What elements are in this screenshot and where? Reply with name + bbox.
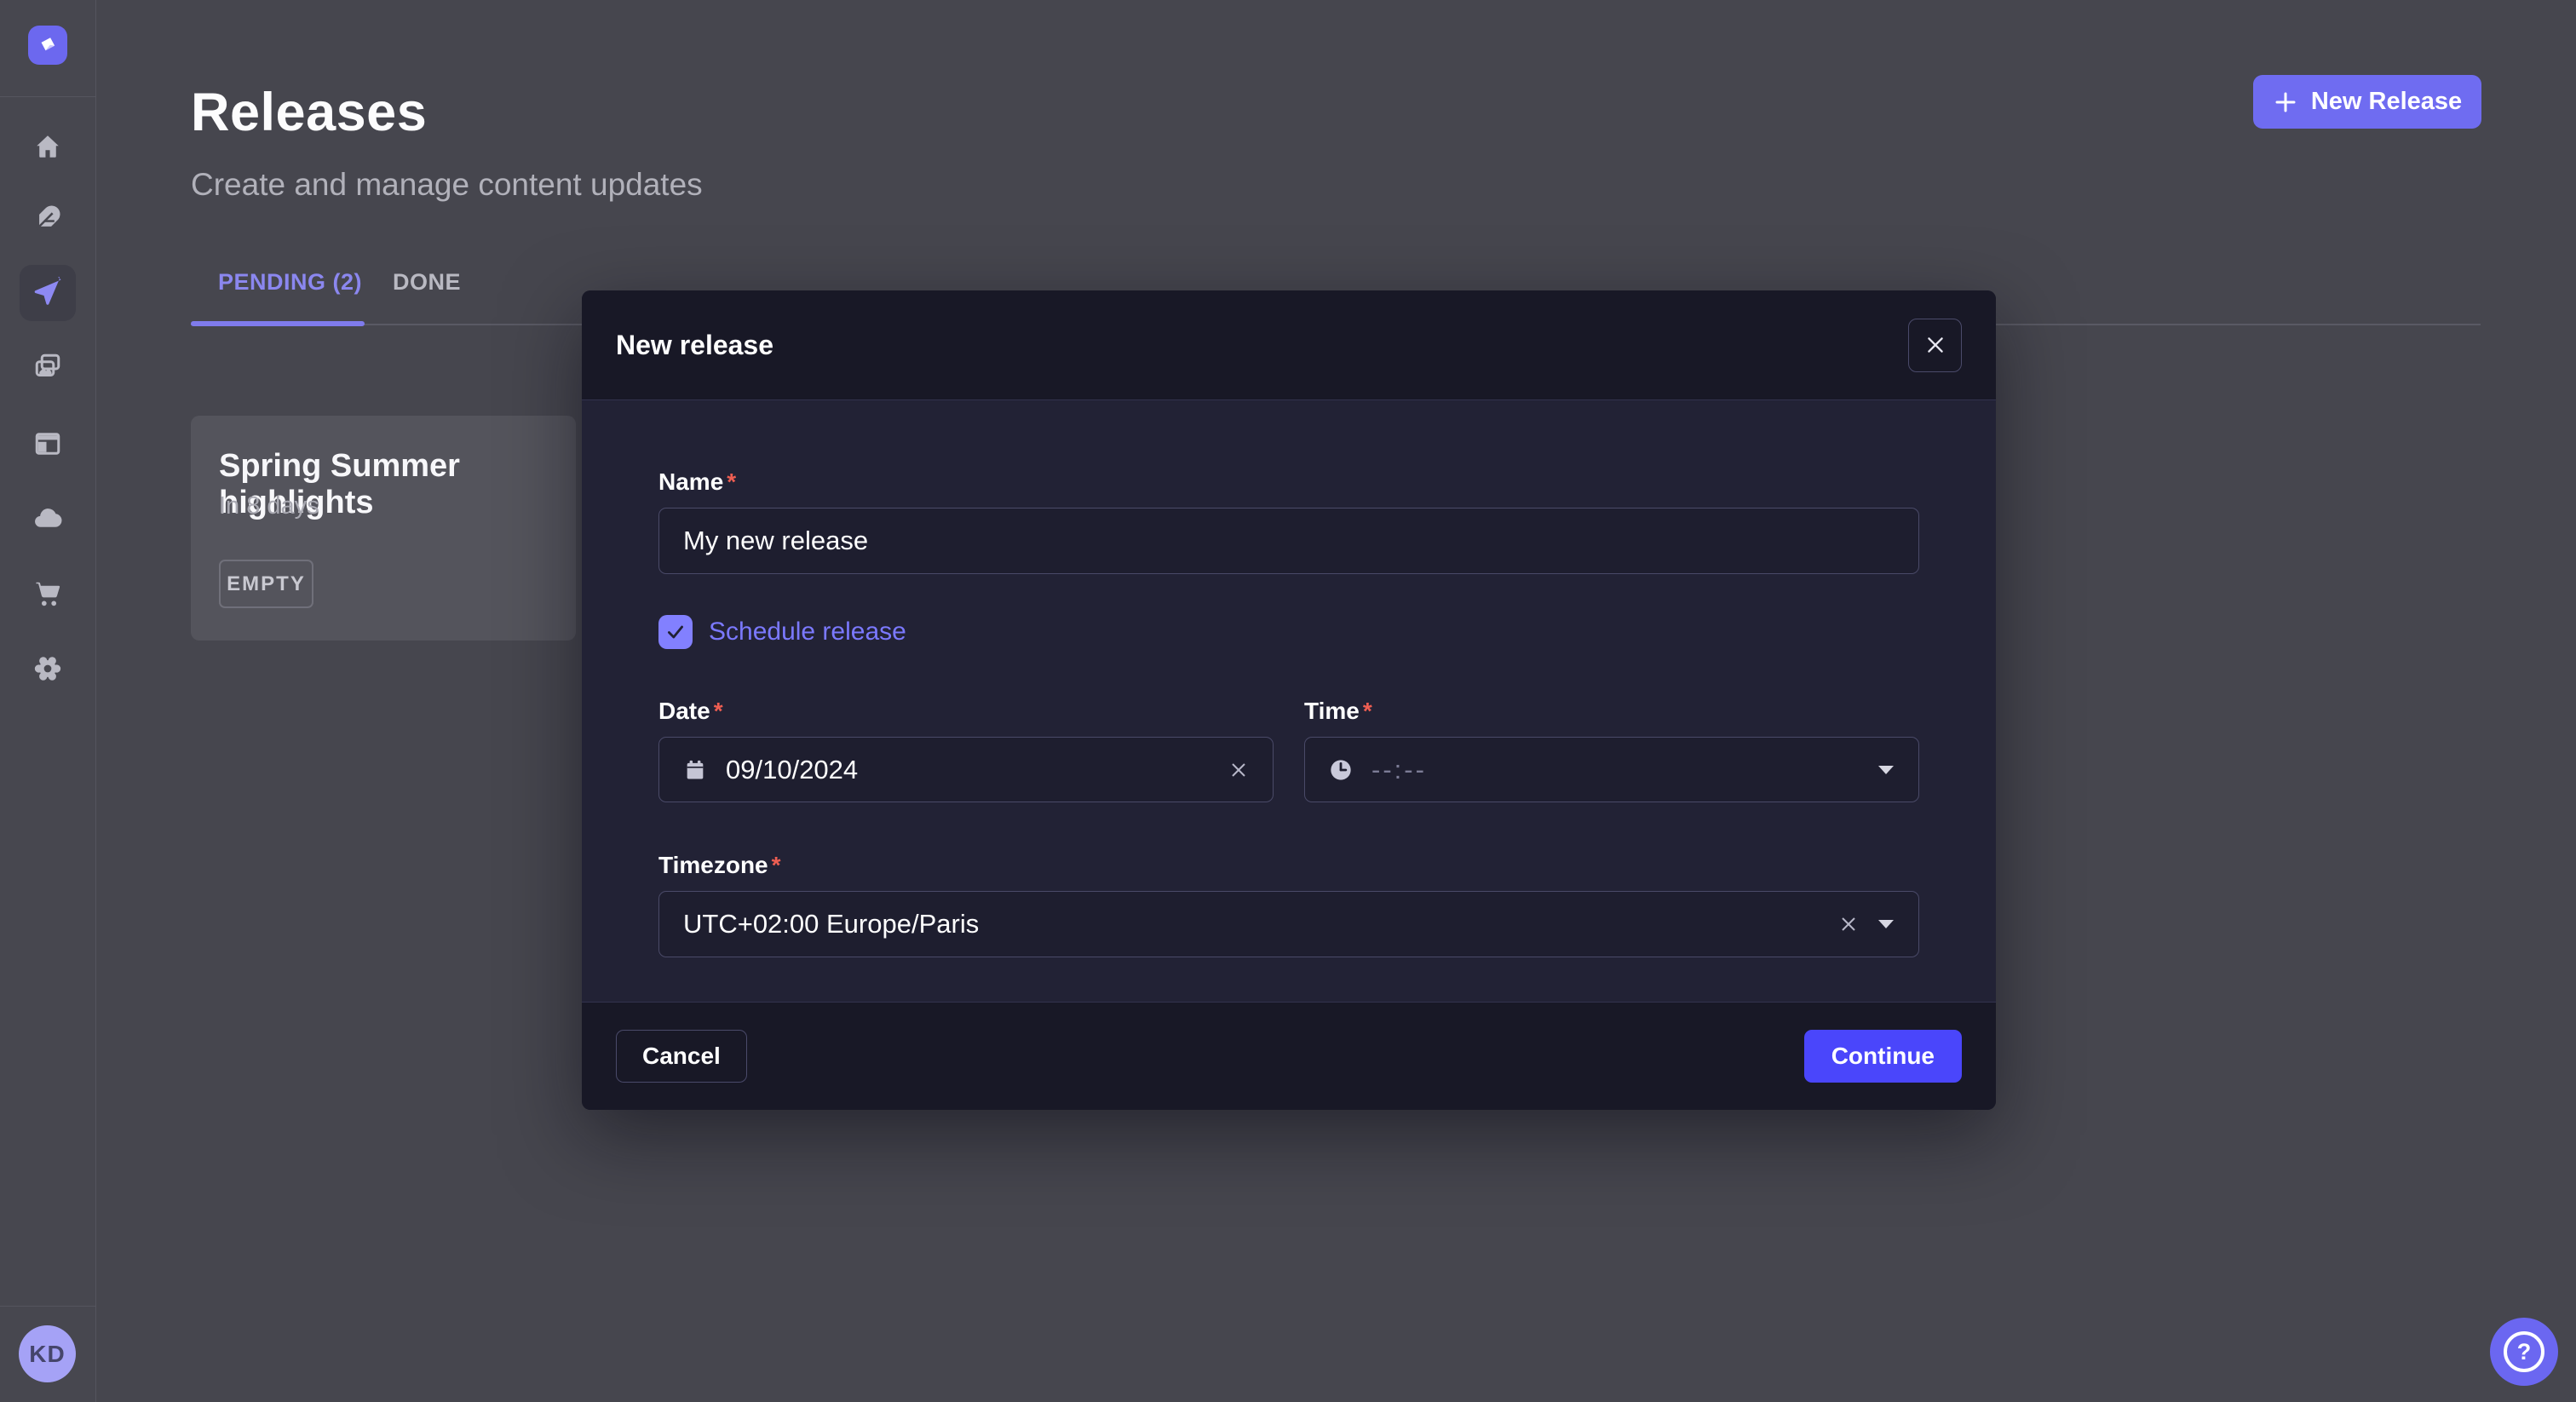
chevron-down-icon xyxy=(1877,765,1895,775)
feather-icon xyxy=(33,204,62,233)
media-gallery-icon xyxy=(32,351,63,382)
tab-done[interactable]: DONE xyxy=(393,269,461,296)
home-icon xyxy=(33,132,62,161)
clear-icon xyxy=(1838,914,1859,934)
modal-close-button[interactable] xyxy=(1908,319,1962,372)
time-input[interactable] xyxy=(1371,755,1859,785)
strapi-logo-icon xyxy=(35,32,60,58)
time-field: Time* xyxy=(1304,698,1919,802)
name-input[interactable] xyxy=(683,526,1895,556)
avatar-initials: KD xyxy=(29,1341,65,1368)
tab-pending[interactable]: PENDING (2) xyxy=(218,269,362,296)
active-tab-underline xyxy=(191,321,365,326)
modal-footer: Cancel Continue xyxy=(582,1002,1996,1110)
layout-icon xyxy=(32,428,63,459)
gear-icon xyxy=(32,653,63,684)
schedule-release-row: Schedule release xyxy=(658,615,1919,649)
timezone-label: Timezone* xyxy=(658,852,1919,879)
sidebar-item-pages[interactable] xyxy=(20,416,76,472)
sidebar: KD xyxy=(0,0,96,1402)
new-release-modal: New release Name* Sch xyxy=(582,290,1996,1110)
sidebar-item-cloud[interactable] xyxy=(20,491,76,547)
clear-icon xyxy=(1228,760,1249,780)
cart-icon xyxy=(32,578,63,609)
sidebar-item-releases[interactable] xyxy=(20,265,76,321)
question-mark-icon: ? xyxy=(2504,1331,2544,1372)
sidebar-item-settings[interactable] xyxy=(20,641,76,697)
release-card-schedule: In 8 days xyxy=(219,492,319,520)
name-inputbox xyxy=(658,508,1919,574)
send-icon xyxy=(31,276,65,310)
checkmark-icon xyxy=(664,621,687,643)
time-label: Time* xyxy=(1304,698,1919,725)
required-asterisk: * xyxy=(772,852,781,878)
new-release-button[interactable]: New Release xyxy=(2253,75,2481,129)
time-inputbox xyxy=(1304,737,1919,802)
calendar-icon xyxy=(683,758,707,782)
time-dropdown-button[interactable] xyxy=(1877,765,1895,775)
sidebar-item-marketplace[interactable] xyxy=(20,566,76,622)
clock-icon xyxy=(1329,758,1353,782)
user-avatar[interactable]: KD xyxy=(19,1325,76,1382)
cloud-icon xyxy=(32,503,63,534)
continue-button[interactable]: Continue xyxy=(1804,1030,1962,1083)
plus-icon xyxy=(2273,89,2298,115)
sidebar-divider-bottom xyxy=(0,1306,95,1307)
clear-timezone-button[interactable] xyxy=(1838,914,1859,934)
sidebar-divider-top xyxy=(0,96,95,97)
date-input[interactable] xyxy=(726,755,1210,785)
modal-header: New release xyxy=(582,290,1996,400)
modal-title: New release xyxy=(616,330,773,361)
modal-body: Name* Schedule release Date* xyxy=(582,400,1996,1002)
help-button[interactable]: ? xyxy=(2490,1318,2558,1386)
timezone-combobox[interactable]: UTC+02:00 Europe/Paris xyxy=(658,891,1919,957)
cancel-button[interactable]: Cancel xyxy=(616,1030,747,1083)
schedule-release-label[interactable]: Schedule release xyxy=(709,618,906,646)
date-field: Date* xyxy=(658,698,1274,802)
required-asterisk: * xyxy=(1363,698,1372,724)
date-inputbox xyxy=(658,737,1274,802)
schedule-release-checkbox[interactable] xyxy=(658,615,693,649)
timezone-dropdown-button[interactable] xyxy=(1877,919,1895,929)
release-status-badge: EMPTY xyxy=(219,560,313,608)
new-release-label: New Release xyxy=(2311,88,2462,116)
sidebar-item-content[interactable] xyxy=(20,190,76,246)
required-asterisk: * xyxy=(727,468,736,495)
chevron-down-icon xyxy=(1877,919,1895,929)
required-asterisk: * xyxy=(714,698,723,724)
app-logo[interactable] xyxy=(28,26,67,65)
close-icon xyxy=(1924,334,1946,356)
clear-date-button[interactable] xyxy=(1228,760,1249,780)
page-title: Releases xyxy=(191,82,427,143)
sidebar-item-home[interactable] xyxy=(20,118,76,175)
date-time-row: Date* xyxy=(658,698,1919,802)
name-label: Name* xyxy=(658,468,1919,496)
sidebar-item-media-library[interactable] xyxy=(20,338,76,394)
date-label: Date* xyxy=(658,698,1274,725)
page-subtitle: Create and manage content updates xyxy=(191,167,703,203)
release-card[interactable]: Spring Summer highlights In 8 days EMPTY xyxy=(191,416,576,641)
timezone-value: UTC+02:00 Europe/Paris xyxy=(683,909,1820,939)
